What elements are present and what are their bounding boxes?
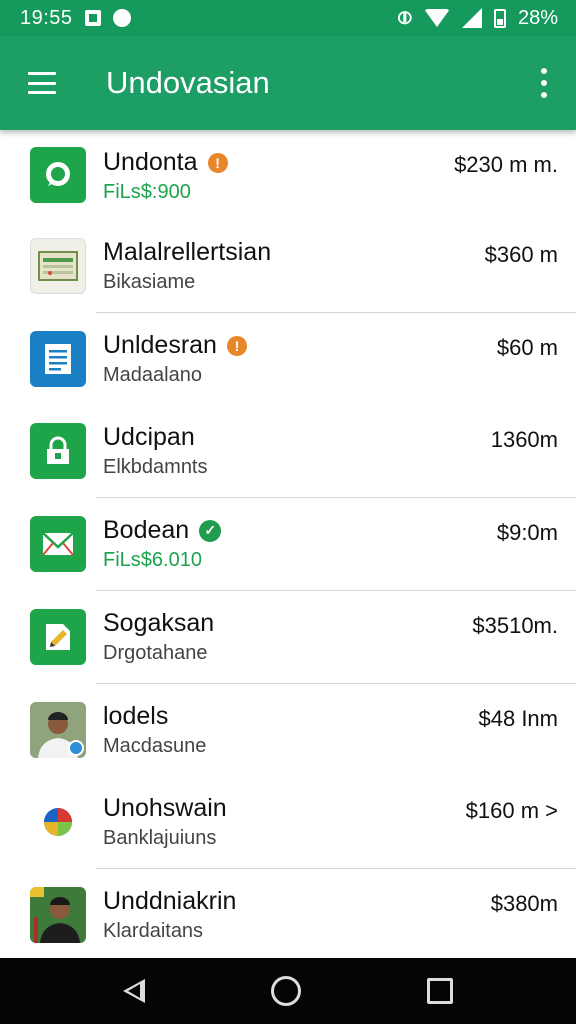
mail-icon [30, 516, 86, 572]
item-texts: Undonta ! FiLs$:900 [103, 148, 228, 204]
document-icon [30, 331, 86, 387]
status-time: 19:55 [20, 6, 73, 29]
status-left: 19:55 [20, 7, 131, 30]
notification-circle-icon [112, 9, 131, 27]
item-subtitle: Macdasune [103, 735, 207, 757]
edit-icon [30, 609, 86, 665]
item-title: Sogaksan [103, 609, 215, 637]
list-item[interactable]: Malalrellertsian Bikasiame $360 m [0, 220, 576, 312]
item-title: Unddniakrin [103, 887, 237, 915]
list-item[interactable]: Udcipan Elkbdamnts 1360m [0, 405, 576, 497]
transaction-list: Undonta ! FiLs$:900 $230 m m. Malalrelle… [0, 130, 576, 962]
item-subtitle: Elkbdamnts [103, 456, 208, 478]
item-title: Udcipan [103, 423, 195, 451]
recents-icon[interactable] [427, 978, 453, 1004]
item-title: Unldesran [103, 331, 217, 359]
list-item[interactable]: Unddniakrin Klardaitans $380m [0, 869, 576, 961]
item-subtitle: FiLs$6.010 [103, 549, 202, 571]
signal-icon [461, 8, 482, 28]
lock-icon [30, 423, 86, 479]
vibrate-icon: ⦷ [397, 7, 412, 28]
item-amount: 1360m [490, 427, 558, 452]
item-subtitle: Bikasiame [103, 271, 196, 293]
back-icon[interactable] [123, 979, 145, 1003]
verified-check-icon: ✓ [199, 519, 222, 542]
list-item[interactable]: lodels Macdasune $48 Inm [0, 684, 576, 776]
system-nav-bar [0, 958, 576, 1024]
wifi-icon [423, 9, 450, 27]
item-amount: $3510m. [472, 613, 558, 638]
home-icon[interactable] [271, 976, 301, 1006]
list-item[interactable]: Undonta ! FiLs$:900 $230 m m. [0, 130, 576, 220]
menu-icon[interactable] [28, 72, 56, 94]
item-amount: $60 m [496, 335, 558, 360]
status-bar: 19:55 ⦷ 28% [0, 0, 576, 36]
item-amount: $9:0m [496, 520, 558, 545]
item-amount: $48 Inm [478, 706, 559, 731]
item-title: Bodean [103, 516, 190, 544]
alert-badge-icon: ! [207, 152, 228, 173]
item-subtitle: Klardaitans [103, 920, 204, 942]
item-title: lodels [103, 702, 169, 730]
item-texts: Unohswain Banklajuiuns [103, 794, 227, 850]
item-amount: $160 m > [465, 798, 558, 823]
status-right: ⦷ 28% [398, 7, 558, 30]
item-amount: $360 m [484, 242, 558, 267]
avatar-man-2-icon [30, 887, 86, 943]
item-texts: Unldesran ! Madaalano [103, 331, 247, 387]
item-texts: Malalrellertsian Bikasiame [103, 238, 271, 294]
item-title: Undonta [103, 148, 198, 176]
notification-icon [84, 10, 101, 26]
item-texts: lodels Macdasune [103, 702, 206, 758]
item-texts: Sogaksan Drgotahane [103, 609, 214, 665]
item-subtitle: Banklajuiuns [103, 827, 217, 849]
list-item[interactable]: Unldesran ! Madaalano $60 m [0, 313, 576, 405]
avatar-man-icon [30, 702, 86, 758]
item-subtitle: FiLs$:900 [103, 181, 191, 203]
item-title: Unohswain [103, 794, 227, 822]
battery-percent: 28% [517, 6, 558, 29]
item-texts: Unddniakrin Klardaitans [103, 887, 236, 943]
list-item[interactable]: Unohswain Banklajuiuns $160 m > [0, 776, 576, 868]
list-item[interactable]: Bodean ✓ FiLs$6.010 $9:0m [0, 498, 576, 590]
app-bar: Undovasian [0, 36, 576, 130]
more-options-icon[interactable] [532, 68, 556, 98]
item-subtitle: Madaalano [103, 364, 202, 386]
item-title: Malalrellertsian [103, 238, 272, 266]
spreadsheet-icon [30, 238, 86, 294]
item-amount: $230 m m. [454, 152, 558, 177]
item-amount: $380m [490, 891, 558, 916]
battery-icon [493, 8, 506, 28]
chat-icon [30, 147, 86, 203]
item-subtitle: Drgotahane [103, 642, 208, 664]
list-item[interactable]: Sogaksan Drgotahane $3510m. [0, 591, 576, 683]
alert-badge-icon: ! [226, 335, 247, 356]
item-texts: Bodean ✓ FiLs$6.010 [103, 516, 222, 572]
page-title: Undovasian [106, 65, 270, 100]
pie-logo-icon [30, 794, 86, 850]
item-texts: Udcipan Elkbdamnts [103, 423, 208, 479]
